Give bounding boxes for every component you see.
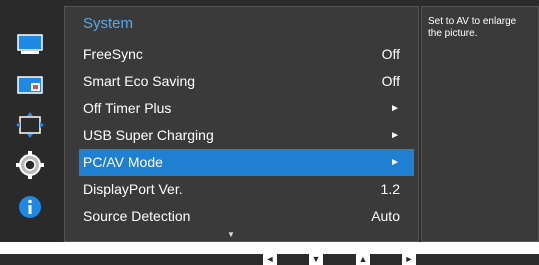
down-arrow-key-icon[interactable]: ▼ bbox=[309, 254, 323, 265]
menu-item-value: Off bbox=[381, 73, 400, 89]
info-icon[interactable] bbox=[0, 189, 60, 225]
menu-item-off-timer-plus[interactable]: Off Timer Plus ► bbox=[79, 95, 414, 122]
menu-item-label: PC/AV Mode bbox=[83, 154, 163, 170]
position-icon[interactable] bbox=[0, 107, 60, 143]
up-arrow-key-icon[interactable]: ▲ bbox=[356, 254, 370, 265]
menu-item-label: FreeSync bbox=[83, 46, 143, 62]
menu-item-value: Auto bbox=[371, 208, 400, 224]
menu-item-label: DisplayPort Ver. bbox=[83, 181, 183, 197]
menu-item-displayport-ver[interactable]: DisplayPort Ver. 1.2 bbox=[79, 176, 414, 203]
gear-icon[interactable] bbox=[0, 147, 60, 183]
chevron-right-icon: ► bbox=[390, 130, 400, 141]
menu-item-smart-eco-saving[interactable]: Smart Eco Saving Off bbox=[79, 68, 414, 95]
left-arrow-key-icon[interactable]: ◄ bbox=[263, 254, 277, 265]
osd-menu: System FreeSync Off Smart Eco Saving Off… bbox=[0, 0, 539, 242]
menu-title: System bbox=[83, 15, 134, 32]
system-menu-panel: System FreeSync Off Smart Eco Saving Off… bbox=[64, 6, 419, 242]
menu-item-pc-av-mode[interactable]: PC/AV Mode ► bbox=[79, 149, 414, 176]
menu-item-label: USB Super Charging bbox=[83, 127, 214, 143]
menu-item-freesync[interactable]: FreeSync Off bbox=[79, 41, 414, 68]
menu-item-label: Off Timer Plus bbox=[83, 100, 172, 116]
chevron-right-icon: ► bbox=[390, 103, 400, 114]
menu-item-label: Source Detection bbox=[83, 208, 191, 224]
menu-item-value: 1.2 bbox=[380, 181, 400, 197]
menu-item-value: Off bbox=[381, 46, 400, 62]
help-text: Set to AV to enlarge the picture. bbox=[421, 6, 539, 242]
scroll-down-icon[interactable]: ▼ bbox=[227, 230, 235, 239]
menu-list: FreeSync Off Smart Eco Saving Off Off Ti… bbox=[79, 41, 414, 230]
menu-item-usb-super-charging[interactable]: USB Super Charging ► bbox=[79, 122, 414, 149]
picture-size-icon[interactable] bbox=[0, 67, 60, 103]
right-arrow-key-icon[interactable]: ► bbox=[402, 254, 416, 265]
sidebar bbox=[0, 0, 60, 242]
menu-item-label: Smart Eco Saving bbox=[83, 73, 196, 89]
picture-icon[interactable] bbox=[0, 27, 60, 63]
menu-item-source-detection[interactable]: Source Detection Auto bbox=[79, 203, 414, 230]
chevron-right-icon: ► bbox=[390, 157, 400, 168]
